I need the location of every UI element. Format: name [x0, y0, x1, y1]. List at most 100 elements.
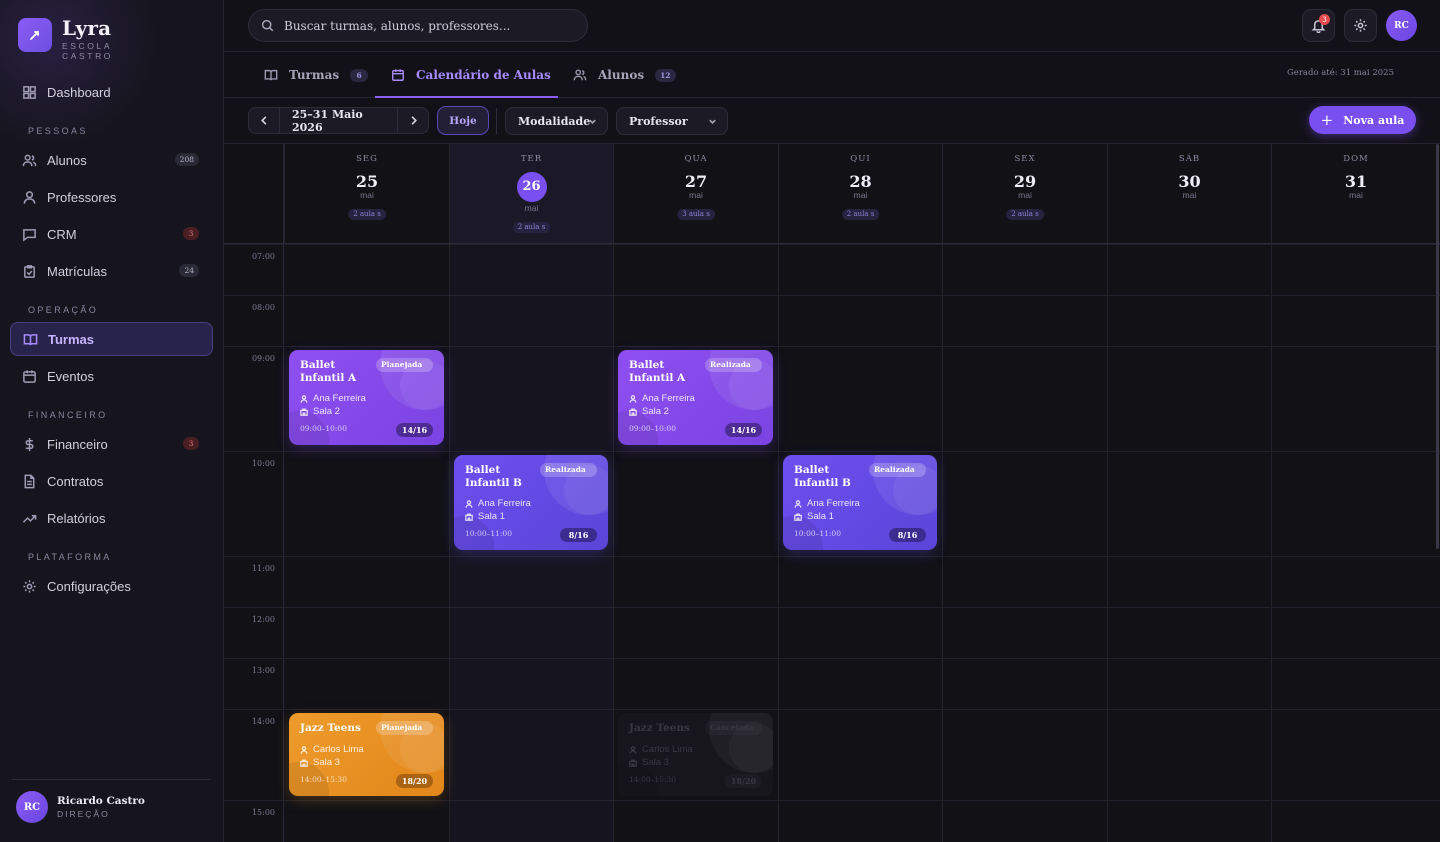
- sidebar-item-contratos[interactable]: Contratos: [10, 464, 213, 498]
- sidebar-item-eventos[interactable]: Eventos: [10, 359, 213, 393]
- hour-row[interactable]: [224, 295, 1440, 346]
- sidebar-item-label: Financeiro: [47, 436, 108, 452]
- brand-name: Lyra: [62, 16, 112, 40]
- day-number: 25: [355, 172, 379, 191]
- sidebar-item-label: Professores: [47, 189, 117, 205]
- class-event-card[interactable]: Ballet Infantil B Realizada Ana Ferreira Sa…: [783, 455, 937, 550]
- hour-row[interactable]: [224, 607, 1440, 658]
- event-title: Ballet Infantil B: [465, 464, 522, 489]
- room-name: Sala 1: [478, 511, 505, 522]
- hour-row[interactable]: [224, 556, 1440, 607]
- sidebar-item-relatorios[interactable]: Relatórios: [10, 501, 213, 535]
- class-event-card[interactable]: Ballet Infantil B Realizada Ana Ferreira Sa…: [454, 455, 608, 550]
- new-class-button[interactable]: + Nova aula: [1309, 106, 1416, 134]
- brand-subtitle: ESCOLA CASTRO: [62, 41, 114, 61]
- hour-row[interactable]: [224, 658, 1440, 709]
- day-header[interactable]: SEG 25 mai 2 aula s: [284, 144, 449, 244]
- tab-label: Calendário de Aulas: [416, 68, 551, 82]
- day-name: QUI: [850, 154, 871, 164]
- day-header[interactable]: QUI 28 mai 2 aula s: [778, 144, 942, 244]
- event-room: Sala 2: [300, 405, 433, 418]
- building-icon: [300, 408, 308, 416]
- previous-week-button[interactable]: [249, 108, 279, 133]
- tab-label: Turmas: [289, 68, 340, 82]
- new-class-label: Nova aula: [1343, 113, 1405, 127]
- sidebar-item-alunos[interactable]: Alunos 208: [10, 143, 213, 177]
- toolbar-divider: [496, 108, 497, 134]
- day-header[interactable]: QUA 27 mai 3 aula s: [613, 144, 778, 244]
- day-name: QUA: [684, 154, 708, 164]
- user-icon: [629, 745, 637, 754]
- book-open-icon: [23, 333, 38, 345]
- today-button[interactable]: Hoje: [437, 106, 489, 135]
- dollar-icon: [25, 437, 34, 451]
- day-header[interactable]: SEX 29 mai 2 aula s: [942, 144, 1107, 244]
- tab-calendario[interactable]: Calendário de Aulas: [391, 52, 551, 98]
- class-event-card[interactable]: Ballet Infantil A Planejada Ana Ferreira Sa…: [289, 350, 444, 445]
- next-week-button[interactable]: [398, 108, 428, 133]
- event-time: 10:00–11:00: [465, 529, 512, 538]
- user-avatar[interactable]: RC: [16, 791, 48, 823]
- settings-button[interactable]: [1344, 9, 1377, 42]
- room-name: Sala 2: [642, 406, 669, 417]
- event-teacher: Ana Ferreira: [629, 392, 762, 405]
- event-capacity-badge: 14/16: [396, 423, 433, 437]
- event-status-badge: Planejada: [376, 721, 433, 735]
- class-event-card[interactable]: Jazz Teens Cancelada Carlos Lima Sala 3 14:0…: [618, 713, 773, 796]
- section-label-pessoas: PESSOAS: [28, 126, 88, 136]
- event-room: Sala 1: [465, 510, 597, 523]
- chevron-right-icon: [411, 116, 417, 125]
- day-number: 30: [1178, 172, 1201, 191]
- search-input[interactable]: [284, 18, 574, 33]
- user-icon: [300, 394, 308, 403]
- professor-select[interactable]: Professor: [616, 107, 728, 135]
- teacher-name: Ana Ferreira: [313, 393, 366, 404]
- search-box[interactable]: [248, 9, 588, 42]
- hour-label: 09:00: [251, 354, 275, 363]
- hour-label: 07:00: [251, 252, 275, 261]
- day-column-divider: [942, 244, 943, 842]
- page-tabs: Turmas 6 Calendário de Aulas Alunos 12 G…: [224, 52, 1440, 98]
- section-label-plataforma: PLATAFORMA: [28, 552, 112, 562]
- sidebar-item-matriculas[interactable]: Matrículas 24: [10, 254, 213, 288]
- header-divider: [224, 243, 1440, 244]
- event-status-badge: Realizada: [705, 358, 762, 372]
- teacher-name: Ana Ferreira: [642, 393, 695, 404]
- event-capacity-badge: 18/20: [725, 774, 762, 788]
- room-name: Sala 1: [807, 511, 834, 522]
- tab-turmas[interactable]: Turmas 6: [264, 52, 369, 98]
- sidebar-item-turmas[interactable]: Turmas: [10, 322, 213, 356]
- hour-row[interactable]: [224, 800, 1440, 842]
- hour-row[interactable]: [224, 244, 1440, 295]
- room-name: Sala 3: [642, 757, 669, 768]
- day-month: mai: [689, 190, 703, 200]
- notifications-button[interactable]: 3: [1302, 9, 1335, 42]
- event-title: Ballet Infantil A: [300, 359, 357, 384]
- day-column-divider: [613, 244, 614, 842]
- day-header[interactable]: DOM 31 mai: [1271, 144, 1440, 244]
- profile-avatar[interactable]: RC: [1386, 10, 1417, 41]
- class-event-card[interactable]: Jazz Teens Planejada Carlos Lima Sala 3 14:0…: [289, 713, 444, 796]
- sidebar-item-financeiro[interactable]: Financeiro 3: [10, 427, 213, 461]
- sidebar-item-dashboard[interactable]: Dashboard: [10, 75, 213, 109]
- tab-alunos[interactable]: Alunos 12: [573, 52, 676, 98]
- sidebar-item-crm[interactable]: CRM 3: [10, 217, 213, 251]
- modalidade-select[interactable]: Modalidade: [505, 107, 608, 135]
- day-class-count-badge: 2 aula s: [1006, 209, 1044, 220]
- sidebar-item-professores[interactable]: Professores: [10, 180, 213, 214]
- sidebar-item-label: Contratos: [47, 473, 104, 489]
- day-header[interactable]: TER 26 mai 2 aula s: [449, 144, 613, 244]
- day-number: 27: [684, 172, 708, 191]
- calendar-scrollbar[interactable]: [1436, 144, 1439, 549]
- event-room: Sala 2: [629, 405, 762, 418]
- class-event-card[interactable]: Ballet Infantil A Realizada Ana Ferreira Sa…: [618, 350, 773, 445]
- day-name: DOM: [1343, 154, 1369, 164]
- sidebar-item-configuracoes[interactable]: Configurações: [10, 569, 213, 603]
- day-header[interactable]: SÁB 30 mai: [1107, 144, 1271, 244]
- logo-icon[interactable]: [18, 18, 52, 52]
- day-class-count-badge: 2 aula s: [841, 209, 880, 220]
- financeiro-count-badge: 3: [183, 437, 199, 450]
- event-time: 09:00–10:00: [300, 424, 347, 433]
- document-icon: [24, 474, 35, 488]
- event-capacity-badge: 18/20: [396, 774, 433, 788]
